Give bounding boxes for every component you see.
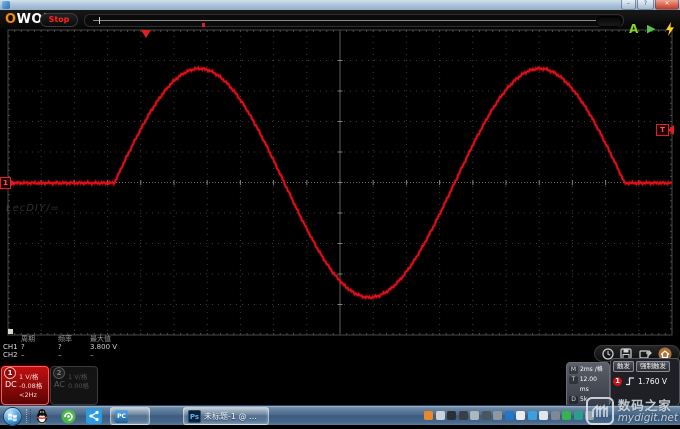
app-window-icon: [2, 1, 10, 9]
watermark-url: mydigit.net: [617, 411, 678, 424]
channel1-coupling: DC: [5, 380, 17, 389]
trigger-button[interactable]: 触发: [613, 361, 634, 372]
minimize-button[interactable]: –: [621, 0, 636, 10]
tray-icon-keyboard[interactable]: [470, 411, 479, 420]
qq-icon[interactable]: [34, 408, 50, 424]
tray-icon-green[interactable]: [562, 411, 571, 420]
tray-icon-move[interactable]: [435, 411, 445, 420]
share-app-icon[interactable]: [86, 408, 102, 424]
channel1-frequency: <2Hz: [19, 391, 37, 399]
lightning-icon[interactable]: [665, 22, 675, 40]
app-header: OWON Stop A ▶: [0, 10, 680, 36]
force-trigger-button[interactable]: 强制触发: [636, 361, 670, 372]
window-titlebar: – ? ✕: [0, 0, 680, 10]
trigger-level-marker[interactable]: T: [656, 124, 674, 136]
tray-icon-help[interactable]: [504, 411, 514, 420]
timebase-value: 2ms /格: [580, 366, 603, 373]
channel1-scale: 1 V/格: [19, 373, 39, 381]
autoset-button[interactable]: A: [629, 21, 638, 37]
system-tray: [424, 411, 594, 420]
channel1-number-badge: 1: [4, 367, 16, 379]
col-period: 周期: [21, 335, 35, 343]
360-safety-icon[interactable]: [60, 408, 76, 424]
tray-icon-chevron[interactable]: [550, 411, 560, 420]
measurement-header-row: 周期 频率 最大值: [3, 335, 132, 343]
taskbar-button-pc[interactable]: PC: [110, 407, 150, 425]
tray-icon-cursor[interactable]: [539, 411, 548, 420]
col-max: 最大值: [90, 335, 111, 343]
slider-track: [93, 20, 597, 21]
mydigit-logo-icon: [585, 397, 614, 425]
watermark-title: 数码之家: [617, 397, 672, 413]
channel1-settings-box[interactable]: 1 DC 1 V/格 -0.08格 <2Hz: [1, 366, 49, 405]
start-button[interactable]: [3, 407, 22, 426]
slider-knob[interactable]: [596, 16, 622, 27]
run-button[interactable]: ▶: [647, 21, 655, 37]
tray-icon-dark1[interactable]: [447, 411, 456, 420]
taskbar-grip: [26, 409, 31, 423]
measurement-row-ch2: CH2 – – –: [3, 351, 94, 359]
tray-icon-dark2[interactable]: [458, 411, 468, 420]
photoshop-icon: Ps: [188, 409, 201, 423]
stop-button[interactable]: Stop: [40, 13, 78, 27]
info-row-t: T 12.00 ms: [569, 375, 607, 395]
forum-watermark-text: LecDIY/=: [6, 203, 60, 214]
horizontal-position-slider[interactable]: [84, 14, 624, 27]
channel2-settings-box[interactable]: 2 AC 1 V/格 0.00格: [50, 366, 98, 405]
channel2-coupling: AC: [54, 380, 65, 389]
slider-tick: [99, 17, 100, 24]
pc-app-icon: PC: [115, 409, 128, 423]
measurement-table: 周期 频率 最大值 CH1 ? ? 3.800 V CH2 – – –: [3, 335, 132, 359]
channel2-number-badge: 2: [53, 367, 65, 379]
channel2-scale: 1 V/格: [68, 373, 88, 381]
measurement-row-ch1: CH1 ? ? 3.800 V: [3, 343, 118, 351]
close-button[interactable]: ✕: [655, 0, 679, 10]
bottom-left-indicator: [8, 329, 13, 334]
col-frequency: 频率: [58, 335, 72, 343]
tray-icon-white-dot[interactable]: [516, 411, 525, 420]
owon-oscilloscope-app: { "colors": { "trace": "#e8111a", "grid_…: [0, 0, 680, 426]
trigger-time-value: 12.00 ms: [579, 376, 597, 393]
tray-icon-shield[interactable]: [573, 411, 583, 420]
owon-logo-o: O: [5, 12, 17, 27]
taskbar-button-photoshop[interactable]: Ps 未标题-1 @ ...: [183, 407, 269, 425]
channel1-offset: -0.08格: [19, 382, 43, 390]
ch1-level-marker[interactable]: 1: [0, 177, 15, 189]
tray-icon-info[interactable]: [481, 411, 491, 420]
trigger-position-tick: [202, 23, 205, 27]
rising-edge-icon: [626, 377, 634, 386]
trigger-level-value: 1.760 V: [638, 376, 667, 386]
channel2-offset: 0.00格: [68, 382, 89, 390]
photoshop-window-title: 未标题-1 @ ...: [204, 411, 257, 421]
windows-flag-icon: [8, 413, 17, 422]
tray-icon-cloud[interactable]: [527, 411, 537, 420]
info-row-m: M 2ms /格: [569, 366, 603, 374]
mydigit-watermark: 数码之家 mydigit.net: [585, 397, 678, 425]
tray-icon-sun[interactable]: [424, 411, 433, 420]
help-button[interactable]: ?: [637, 0, 654, 10]
trigger-source-badge: 1: [613, 376, 622, 386]
tray-icon-wrench[interactable]: [493, 411, 502, 420]
windows-taskbar: PC Ps 未标题-1 @ ...: [0, 405, 680, 426]
